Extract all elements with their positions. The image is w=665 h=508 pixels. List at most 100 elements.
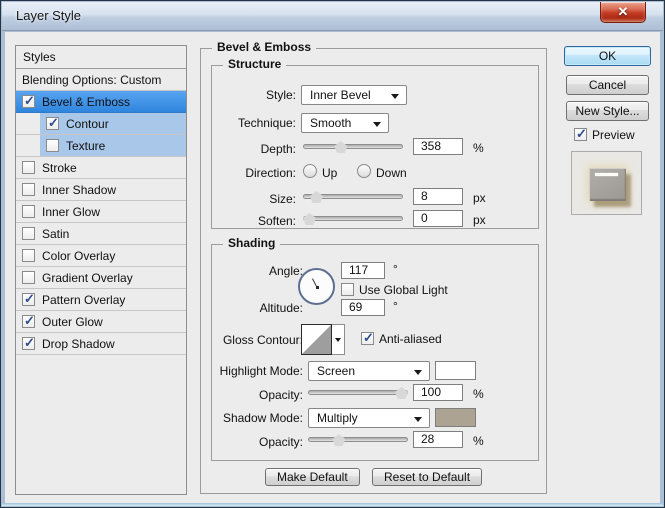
sidebar-item-satin[interactable]: Satin xyxy=(16,223,186,245)
sidebar-item-inner-shadow[interactable]: Inner Shadow xyxy=(16,179,186,201)
direction-label: Direction: xyxy=(245,166,296,180)
depth-label: Depth: xyxy=(260,142,296,156)
checkbox-icon[interactable] xyxy=(22,227,35,240)
depth-unit: % xyxy=(473,141,484,155)
direction-down-label: Down xyxy=(376,166,407,180)
highlight-mode-value: Screen xyxy=(317,364,356,378)
style-dropdown[interactable]: Inner Bevel xyxy=(301,85,407,105)
size-input[interactable]: 8 xyxy=(413,188,463,205)
soften-unit: px xyxy=(473,213,486,227)
altitude-input[interactable]: 69 xyxy=(341,299,385,316)
highlight-mode-dropdown[interactable]: Screen xyxy=(308,361,430,381)
size-slider[interactable] xyxy=(303,190,403,203)
sidebar-item-pattern-overlay[interactable]: Pattern Overlay xyxy=(16,289,186,311)
structure-title: Structure xyxy=(223,57,287,71)
panel-title: Bevel & Emboss xyxy=(212,40,317,54)
soften-input[interactable]: 0 xyxy=(413,210,463,227)
highlight-opacity-input[interactable]: 100 xyxy=(413,384,463,401)
highlight-color-swatch[interactable] xyxy=(435,361,476,380)
shading-title: Shading xyxy=(223,236,281,250)
checkbox-icon[interactable] xyxy=(46,115,59,131)
slider-thumb[interactable] xyxy=(395,387,408,399)
bevel-emboss-panel: Bevel & Emboss Structure Style: Inner Be… xyxy=(200,40,547,494)
angle-dial[interactable] xyxy=(298,268,335,305)
checkbox-icon[interactable] xyxy=(46,139,59,152)
sidebar-item-drop-shadow[interactable]: Drop Shadow xyxy=(16,333,186,355)
soften-label: Soften: xyxy=(257,214,296,228)
highlight-opacity-slider[interactable] xyxy=(308,386,408,399)
styles-panel: Styles Blending Options: Custom Bevel & … xyxy=(15,45,187,495)
sidebar-item-bevel-emboss[interactable]: Bevel & Emboss xyxy=(16,91,186,113)
gloss-contour-dropdown-arrow[interactable] xyxy=(332,324,345,355)
sidebar-item-blending-options[interactable]: Blending Options: Custom xyxy=(16,69,186,91)
direction-up-radio[interactable] xyxy=(303,164,317,178)
use-global-light-label: Use Global Light xyxy=(359,283,448,297)
new-style-button[interactable]: New Style... xyxy=(566,101,649,121)
make-default-button[interactable]: Make Default xyxy=(264,468,360,486)
angle-unit: ° xyxy=(393,262,398,276)
reset-to-default-button[interactable]: Reset to Default xyxy=(372,468,483,486)
shadow-opacity-input[interactable]: 28 xyxy=(413,431,463,448)
style-label: Style: xyxy=(265,88,296,102)
sidebar-item-texture[interactable]: Texture xyxy=(16,135,186,157)
depth-slider[interactable] xyxy=(303,140,403,153)
shadow-mode-value: Multiply xyxy=(317,411,358,425)
close-button[interactable]: ✕ xyxy=(600,2,646,23)
slider-thumb[interactable] xyxy=(310,191,323,203)
technique-dropdown[interactable]: Smooth xyxy=(301,113,389,133)
depth-input[interactable]: 358 xyxy=(413,138,463,155)
sidebar-item-outer-glow[interactable]: Outer Glow xyxy=(16,311,186,333)
checkbox-icon[interactable] xyxy=(22,291,35,307)
checkbox-icon[interactable] xyxy=(22,205,35,218)
slider-thumb[interactable] xyxy=(303,213,316,225)
sidebar-item-contour[interactable]: Contour xyxy=(16,113,186,135)
gloss-contour-thumbnail[interactable] xyxy=(301,324,332,355)
sidebar-item-inner-glow[interactable]: Inner Glow xyxy=(16,201,186,223)
checkbox-icon[interactable] xyxy=(22,335,35,351)
preview-highlight-line xyxy=(595,173,618,176)
checkbox-icon[interactable] xyxy=(22,161,35,174)
technique-label: Technique: xyxy=(237,116,296,130)
slider-track[interactable] xyxy=(308,437,408,442)
direction-down-radio[interactable] xyxy=(357,164,371,178)
checkbox-icon[interactable] xyxy=(22,183,35,196)
highlight-bg xyxy=(40,135,186,156)
altitude-label: Altitude: xyxy=(259,301,303,315)
shadow-mode-dropdown[interactable]: Multiply xyxy=(308,408,430,428)
preview-checkbox[interactable] xyxy=(574,126,587,142)
sidebar-item-gradient-overlay[interactable]: Gradient Overlay xyxy=(16,267,186,289)
angle-input[interactable]: 117 xyxy=(341,262,385,279)
technique-value: Smooth xyxy=(310,116,352,130)
size-label: Size: xyxy=(269,192,296,206)
ok-button[interactable]: OK xyxy=(564,46,651,66)
highlight-mode-label: Highlight Mode: xyxy=(219,364,303,378)
layer-style-dialog: Layer Style ✕ Styles Blending Options: C… xyxy=(0,0,665,508)
checkbox-icon[interactable] xyxy=(22,313,35,329)
highlight-opacity-label: Opacity: xyxy=(258,388,303,402)
titlebar[interactable]: Layer Style ✕ xyxy=(2,2,663,31)
sidebar-item-stroke[interactable]: Stroke xyxy=(16,157,186,179)
slider-track[interactable] xyxy=(303,144,403,149)
structure-group: Structure Style: Inner Bevel Technique: … xyxy=(211,57,539,229)
slider-track[interactable] xyxy=(303,216,403,221)
gloss-contour-label: Gloss Contour: xyxy=(222,333,303,347)
window-title: Layer Style xyxy=(16,8,82,23)
slider-thumb[interactable] xyxy=(334,141,348,153)
checkbox-icon[interactable] xyxy=(22,249,35,262)
angle-label: Angle: xyxy=(268,264,303,278)
checkbox-icon[interactable] xyxy=(22,93,35,109)
shadow-color-swatch[interactable] xyxy=(435,408,476,427)
soften-slider[interactable] xyxy=(303,212,403,225)
cancel-button[interactable]: Cancel xyxy=(566,75,649,95)
shadow-mode-label: Shadow Mode: xyxy=(222,411,303,425)
anti-aliased-checkbox[interactable] xyxy=(361,330,374,346)
checkbox-icon[interactable] xyxy=(22,271,35,284)
slider-thumb[interactable] xyxy=(332,434,346,446)
dialog-body: Styles Blending Options: Custom Bevel & … xyxy=(5,32,660,503)
slider-track[interactable] xyxy=(308,390,408,395)
preview-thumbnail xyxy=(571,151,642,215)
highlight-opacity-unit: % xyxy=(473,387,484,401)
sidebar-item-color-overlay[interactable]: Color Overlay xyxy=(16,245,186,267)
shadow-opacity-slider[interactable] xyxy=(308,433,408,446)
use-global-light-checkbox[interactable] xyxy=(341,283,354,296)
